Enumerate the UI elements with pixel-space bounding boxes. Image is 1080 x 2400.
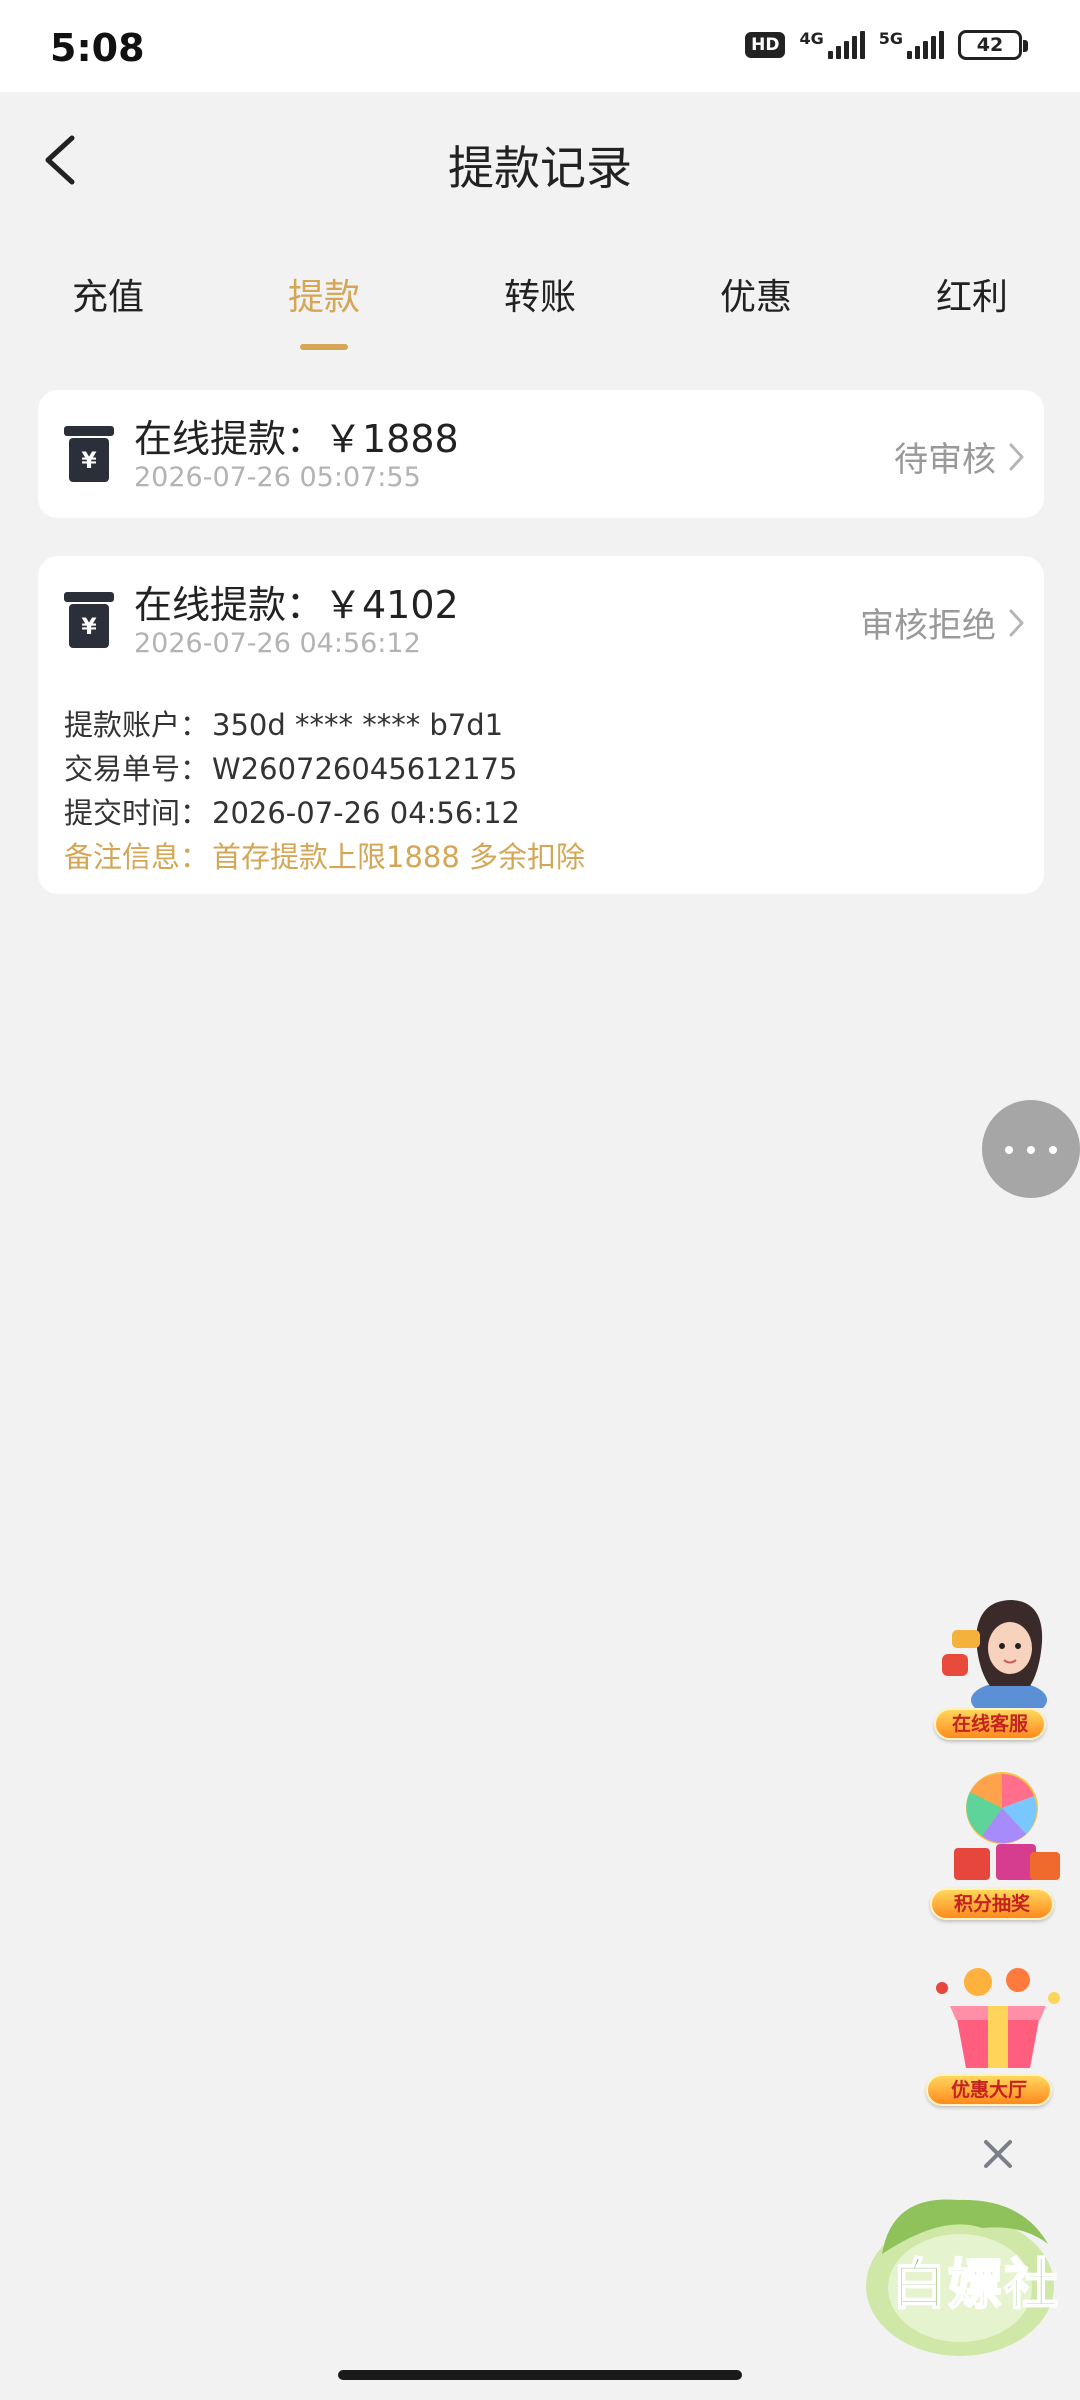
customer-service-widget[interactable]: 在线客服	[934, 1590, 1064, 1740]
withdraw-record-card[interactable]: ¥ 在线提款：￥4102 2026-07-26 04:56:12 审核拒绝 提款…	[38, 556, 1044, 894]
header: 提款记录	[0, 92, 1080, 232]
gift-box-icon	[936, 1968, 1060, 2068]
tab-bonus[interactable]: 红利	[892, 268, 1052, 320]
points-lottery-label: 积分抽奖	[930, 1888, 1054, 1920]
home-indicator[interactable]	[338, 2370, 742, 2380]
more-dots-icon	[1027, 1146, 1035, 1154]
more-dots-icon	[1049, 1146, 1057, 1154]
record-title: 在线提款：￥1888	[134, 417, 459, 461]
tab-withdraw[interactable]: 提款	[244, 268, 404, 320]
prize-wheel-icon	[954, 1772, 1060, 1880]
more-dots-icon	[1005, 1146, 1013, 1154]
atm-yuan-icon: ¥	[64, 592, 114, 648]
close-icon[interactable]	[978, 2134, 1018, 2174]
status-label: 审核拒绝	[860, 606, 996, 646]
detail-value: 2026-07-26 04:56:12	[212, 796, 520, 830]
chevron-right-icon	[1009, 609, 1024, 636]
status-label: 待审核	[894, 440, 996, 480]
tab-bar: 充值 提款 转账 优惠 红利	[0, 250, 1080, 360]
signal-icon	[907, 31, 944, 59]
tab-transfer[interactable]: 转账	[460, 268, 620, 320]
watermark-text: 白嫖社	[891, 2251, 1060, 2317]
network-4g-label: 4G	[799, 28, 824, 48]
status-time: 5:08	[50, 26, 145, 70]
detail-label: 提交时间：	[64, 796, 210, 830]
detail-label: 提款账户：	[64, 708, 210, 742]
active-tab-indicator	[300, 344, 348, 350]
customer-service-label: 在线客服	[934, 1708, 1046, 1740]
battery-level: 42	[976, 34, 1004, 56]
record-title: 在线提款：￥4102	[134, 583, 459, 627]
detail-value: 首存提款上限1888 多余扣除	[212, 840, 586, 874]
status-bar: 5:08 HD 4G 5G 42	[0, 0, 1080, 92]
detail-note: 备注信息： 首存提款上限1888 多余扣除	[64, 834, 585, 876]
record-date: 2026-07-26 04:56:12	[134, 628, 421, 659]
battery-icon: 42	[958, 30, 1028, 60]
signal-icon	[827, 31, 865, 59]
more-options-button[interactable]	[982, 1100, 1080, 1198]
hd-badge: HD	[745, 32, 786, 58]
network-5g-label: 5G	[878, 28, 903, 48]
record-status[interactable]: 待审核	[894, 432, 1026, 481]
page-title: 提款记录	[448, 141, 632, 195]
detail-value: W260726045612175	[212, 752, 518, 786]
promo-hall-widget[interactable]: 优惠大厅	[926, 1958, 1070, 2110]
watermark-logo: 白嫖社	[862, 2184, 1072, 2364]
detail-value: 350d **** **** b7d1	[212, 708, 504, 742]
promo-hall-label: 优惠大厅	[926, 2074, 1052, 2106]
detail-label: 备注信息：	[64, 840, 210, 874]
tab-promotions[interactable]: 优惠	[676, 268, 836, 320]
svg-text:¥: ¥	[81, 449, 97, 474]
customer-service-agent-icon	[942, 1600, 1047, 1718]
status-icons: HD 4G 5G 42	[745, 28, 1028, 60]
tab-deposit[interactable]: 充值	[28, 268, 188, 320]
chevron-right-icon	[1009, 443, 1024, 470]
detail-submit-time: 提交时间： 2026-07-26 04:56:12	[64, 790, 520, 832]
detail-account: 提款账户： 350d **** **** b7d1	[64, 702, 503, 744]
atm-yuan-icon: ¥	[64, 426, 114, 482]
points-lottery-widget[interactable]: 积分抽奖	[930, 1764, 1070, 1924]
record-status[interactable]: 审核拒绝	[860, 598, 1026, 647]
detail-label: 交易单号：	[64, 752, 210, 786]
svg-text:¥: ¥	[81, 615, 97, 640]
withdraw-record-card[interactable]: ¥ 在线提款：￥1888 2026-07-26 05:07:55 待审核	[38, 390, 1044, 518]
record-date: 2026-07-26 05:07:55	[134, 462, 421, 493]
detail-order-number: 交易单号： W260726045612175	[64, 746, 517, 788]
